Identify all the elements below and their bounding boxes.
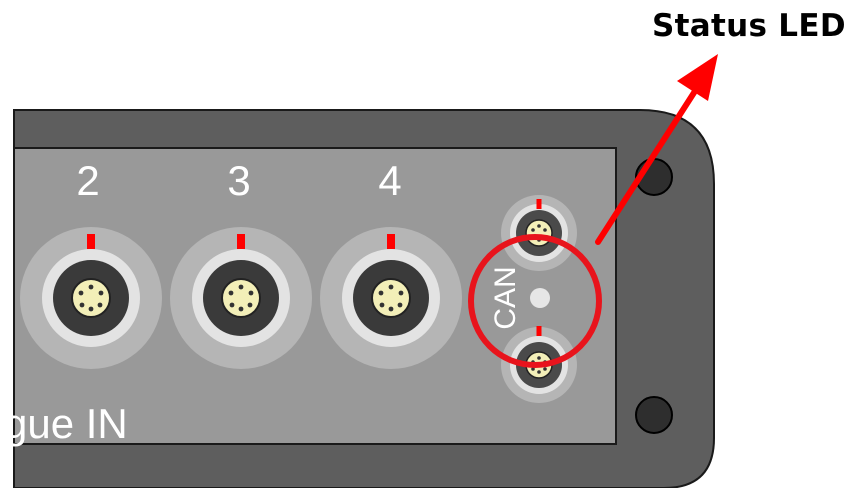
- screw-bottom: [635, 396, 673, 434]
- can-port-top[interactable]: [501, 195, 577, 271]
- connector-port-2[interactable]: [20, 227, 162, 369]
- device-diagram: 2 3 4 CAN gue IN Status LED: [0, 0, 855, 489]
- port-number-3: 3: [227, 157, 250, 204]
- connector-port-3[interactable]: [170, 227, 312, 369]
- device-panel-drawing: 2 3 4 CAN gue IN: [4, 54, 718, 489]
- can-label: CAN: [489, 266, 522, 329]
- port-number-4: 4: [378, 157, 401, 204]
- panel-label: gue IN: [4, 400, 128, 447]
- connector-port-4[interactable]: [320, 227, 462, 369]
- port-number-2: 2: [76, 157, 99, 204]
- status-led: [530, 288, 550, 308]
- callout-label: Status LED: [652, 8, 846, 44]
